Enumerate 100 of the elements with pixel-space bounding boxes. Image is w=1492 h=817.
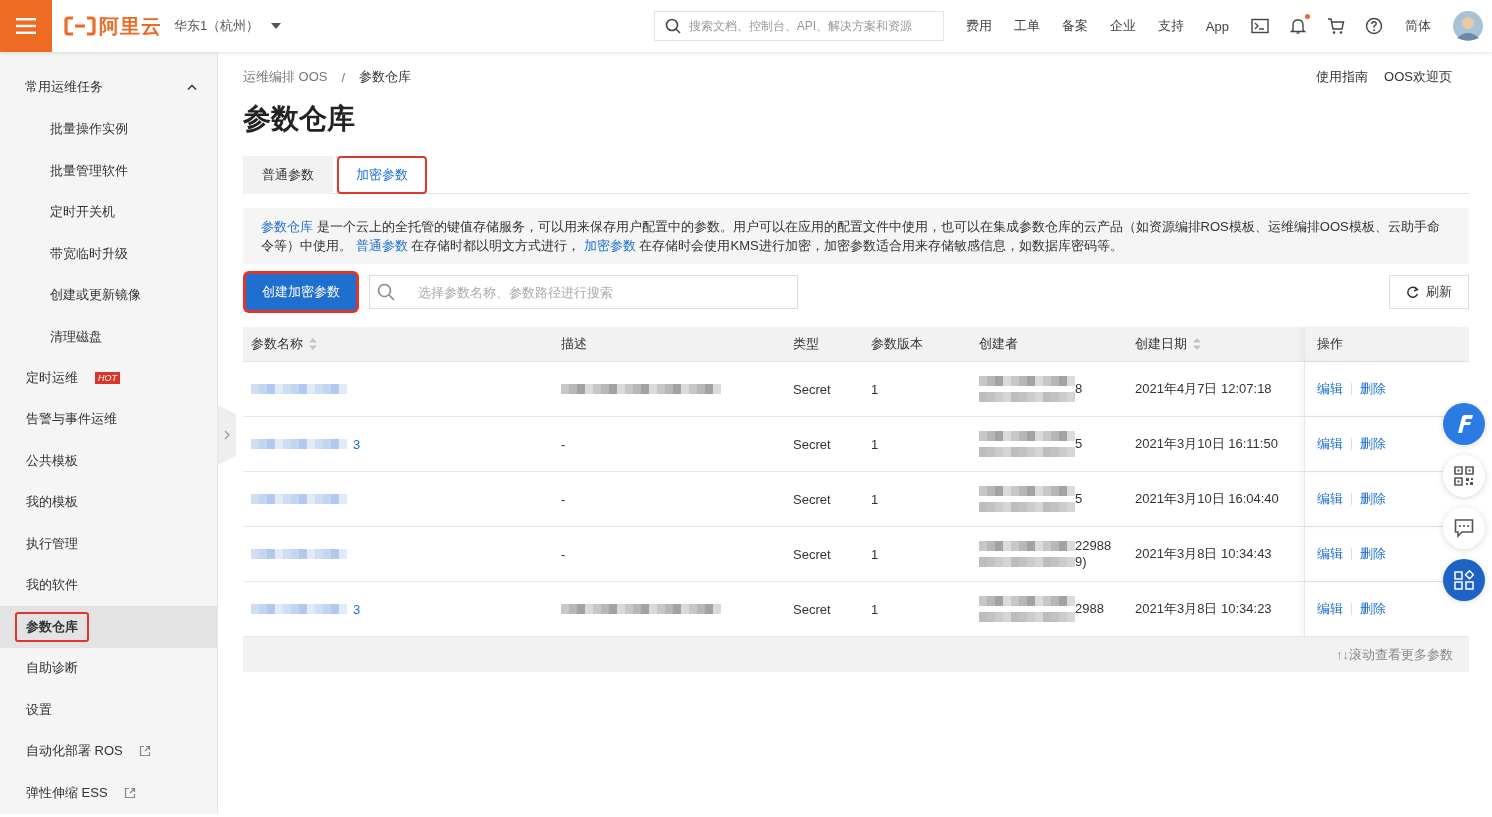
sidebar-item[interactable]: 定时开关机 (0, 191, 217, 233)
action-link[interactable]: 删除 (1360, 380, 1386, 398)
qr-code-button[interactable] (1443, 455, 1485, 497)
menu-button[interactable] (0, 0, 52, 52)
terminal-icon[interactable] (1251, 18, 1269, 34)
logo-icon (64, 16, 96, 36)
bell-icon[interactable] (1289, 17, 1307, 35)
sidebar-item[interactable]: 我的模板 (15, 487, 89, 518)
refresh-icon (1406, 285, 1419, 299)
column-header: 创建者 (979, 335, 1018, 353)
column-header: 创建日期 (1135, 335, 1187, 353)
search-field[interactable]: 搜索文档、控制台、API、解决方案和资源 (653, 11, 944, 41)
cart-icon[interactable] (1327, 17, 1345, 35)
nav-link[interactable]: 备案 (1061, 17, 1088, 35)
action-link[interactable]: 编辑 (1317, 435, 1343, 453)
notice-text: 参数仓库 是一个云上的全托管的键值存储服务，可以用来保存用户配置中的参数。用户可以在应用的配置文件中使用，也可以在集成参数仓库的云产品（如资源编排ROS模板、运维编排OOS模板、云助手命令等）中使用。 普通参数 在存储时都以明文方式进行， 加密参数 在存储时会使用KMS进行加密，加密参数适合用来存储敏感信息，如数据库密码等。 (261, 218, 1441, 255)
sidebar-item[interactable]: 自动化部署 ROS (15, 736, 134, 767)
parameter-name[interactable]: 3 (353, 436, 361, 452)
nav-link[interactable]: App (1205, 18, 1229, 34)
chat-icon (1454, 518, 1474, 538)
chevron-right-icon (224, 430, 230, 440)
sidebar-item[interactable]: 公共模板 (15, 445, 89, 476)
brand-name: 阿里云 (99, 13, 162, 39)
create-button[interactable]: 创建加密参数 (246, 274, 356, 310)
action-link[interactable]: 编辑 (1317, 600, 1343, 618)
sidebar-item[interactable]: 执行管理 (15, 528, 89, 559)
table-cell: 1 (871, 381, 879, 397)
notice-link[interactable]: 加密参数 (583, 238, 636, 253)
table-cell: Secret (793, 381, 831, 397)
breadcrumb-link[interactable]: 运维编排 OOS (243, 68, 328, 86)
action-link[interactable]: 删除 (1360, 490, 1386, 508)
table-cell: 1 (871, 491, 879, 507)
table-cell: 8 (1075, 381, 1083, 397)
sidebar-group[interactable]: 常用运维任务 (0, 66, 217, 108)
sidebar-item[interactable]: 弹性伸缩 ESS (15, 777, 119, 808)
sidebar-item[interactable]: 设置 (15, 694, 63, 725)
scroll-hint: ↑↓滚动查看更多参数 (1336, 645, 1453, 664)
table-cell: Secret (793, 436, 831, 452)
avatar-icon[interactable] (1453, 11, 1483, 41)
table-cell: Secret (793, 546, 831, 562)
language-menu[interactable]: 简体 (1405, 17, 1431, 35)
action-link[interactable]: 删除 (1360, 545, 1386, 563)
table-cell: 2021年3月8日 10:34:43 (1135, 545, 1272, 563)
header-link[interactable]: OOS欢迎页 (1384, 68, 1452, 86)
table-cell: 1 (871, 546, 879, 562)
table-cell: - (561, 491, 566, 507)
help-icon[interactable] (1365, 17, 1383, 35)
nav-link[interactable]: 支持 (1157, 17, 1184, 35)
tab[interactable]: 普通参数 (243, 156, 333, 194)
header-link[interactable]: 使用指南 (1316, 68, 1369, 86)
sidebar-item[interactable]: 告警与事件运维 (15, 404, 128, 435)
sidebar-item[interactable]: 自助诊断 (15, 653, 89, 684)
table-cell: 2988 (1075, 601, 1104, 617)
assistant-button[interactable] (1443, 403, 1485, 445)
table-cell: Secret (793, 601, 831, 617)
sidebar-item[interactable]: 带宽临时升级 (0, 232, 217, 274)
nav-link[interactable]: 企业 (1109, 17, 1136, 35)
sidebar-item[interactable]: 定时运维 (15, 362, 89, 393)
hot-badge: HOT (95, 371, 120, 384)
sort-icon (1193, 337, 1201, 351)
sidebar-item[interactable]: 批量管理软件 (0, 149, 217, 191)
sidebar-item[interactable]: 创建或更新镜像 (0, 274, 217, 316)
parameter-name[interactable]: 3 (353, 601, 361, 617)
region-selector[interactable]: 华东1（杭州） (174, 17, 282, 35)
column-header: 参数版本 (871, 335, 923, 353)
tab[interactable]: 加密参数 (337, 156, 427, 194)
table-cell: 1 (871, 436, 879, 452)
breadcrumb-separator: / (341, 69, 346, 85)
table-cell: 2021年3月10日 16:11:50 (1135, 435, 1278, 453)
nav-link[interactable]: 费用 (965, 17, 992, 35)
table-cell: 2021年3月10日 16:04:40 (1135, 490, 1279, 508)
action-link[interactable]: 删除 (1360, 435, 1386, 453)
table-cell: Secret (793, 491, 831, 507)
column-header: 描述 (561, 335, 587, 353)
refresh-button[interactable]: 刷新 (1389, 275, 1469, 309)
breadcrumb-link[interactable]: 参数仓库 (359, 68, 412, 86)
action-link[interactable]: 编辑 (1317, 545, 1343, 563)
action-link[interactable]: 编辑 (1317, 490, 1343, 508)
search-field[interactable]: 选择参数名称、参数路径进行搜索 (369, 275, 798, 309)
apps-button[interactable] (1443, 559, 1485, 601)
table-cell: - (561, 436, 566, 452)
sort-icon (309, 337, 317, 351)
table-cell: 22988 (1075, 538, 1112, 554)
column-header: 操作 (1317, 335, 1343, 353)
sidebar-item[interactable]: 清理磁盘 (0, 315, 217, 357)
chat-button[interactable] (1443, 507, 1485, 549)
sidebar-item[interactable]: 批量操作实例 (0, 108, 217, 150)
sidebar-item[interactable]: 我的软件 (15, 570, 89, 601)
table-cell: 5 (1075, 436, 1083, 452)
column-header: 类型 (793, 335, 819, 353)
action-link[interactable]: 编辑 (1317, 380, 1343, 398)
menu-icon (16, 18, 36, 34)
apps-icon (1454, 570, 1474, 590)
sidebar-item[interactable]: 参数仓库 (15, 611, 89, 642)
nav-link[interactable]: 工单 (1013, 17, 1040, 35)
notice-link[interactable]: 普通参数 (355, 238, 408, 253)
table-cell: 5 (1075, 491, 1083, 507)
table-cell: 1 (871, 601, 879, 617)
notice-link[interactable]: 参数仓库 (261, 219, 313, 234)
action-link[interactable]: 删除 (1360, 600, 1386, 618)
